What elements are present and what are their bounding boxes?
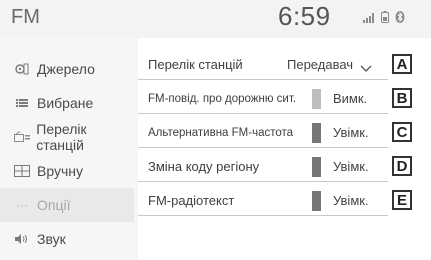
options-dots-icon: ···: [16, 198, 28, 212]
sidebar-item-label: Вручну: [37, 163, 83, 179]
sidebar: Джерело Вибране Перелік станцій Вручну ·…: [0, 38, 138, 260]
chevron-down-icon[interactable]: [360, 60, 372, 78]
signal-bars-icon: [363, 13, 375, 23]
toggle-state: Вимк.: [333, 91, 368, 106]
callout-label: B: [392, 88, 412, 108]
option-label: Зміна коду регіону: [148, 159, 260, 174]
sidebar-item-label: Опції: [37, 197, 71, 213]
option-row-station-list[interactable]: Перелік станцій Передавач: [138, 50, 388, 80]
sidebar-item-label: Перелік станцій: [36, 121, 87, 153]
phone-battery-icon: [381, 11, 389, 23]
toggle-state: Увімк.: [333, 125, 369, 140]
header-bar: FM 6:59: [0, 0, 431, 38]
option-label: Перелік станцій: [148, 57, 243, 72]
source-icon: [13, 63, 31, 75]
bluetooth-icon: [395, 11, 405, 23]
option-row-fm-radiotext[interactable]: FM-радіотекст Увімк.: [138, 186, 388, 216]
speaker-icon: [13, 234, 31, 244]
station-list-icon: [13, 131, 30, 143]
callout-label: C: [392, 122, 412, 142]
callout-label: D: [392, 156, 412, 176]
manual-tune-icon: [13, 165, 31, 177]
sidebar-item-manual[interactable]: Вручну: [0, 154, 134, 188]
sidebar-item-options[interactable]: ··· Опції: [0, 188, 134, 222]
option-row-fm-traffic[interactable]: FM-повід. про дорожню сит. Вимк.: [138, 84, 388, 114]
options-panel: Перелік станцій Передавач FM-повід. про …: [138, 38, 388, 260]
fm-options-screen: FM 6:59 Джерело Вибране Перелік станцій …: [0, 0, 431, 260]
toggle-indicator-off[interactable]: [312, 89, 321, 109]
option-row-alt-frequency[interactable]: Альтернативна FM-частота Увімк.: [138, 118, 388, 148]
option-label: FM-повід. про дорожню сит.: [148, 92, 297, 105]
toggle-state: Увімк.: [333, 193, 369, 208]
sidebar-item-label: Джерело: [37, 61, 95, 77]
toggle-state: Увімк.: [333, 159, 369, 174]
favorites-icon: [13, 99, 31, 107]
sidebar-item-favorites[interactable]: Вибране: [0, 86, 134, 120]
clock: 6:59: [278, 1, 331, 31]
toggle-indicator-on[interactable]: [312, 123, 321, 143]
status-icons: [363, 11, 405, 23]
callout-label: A: [392, 54, 412, 74]
sidebar-item-sound[interactable]: Звук: [0, 222, 134, 256]
option-row-region-code[interactable]: Зміна коду регіону Увімк.: [138, 152, 388, 182]
sidebar-item-source[interactable]: Джерело: [0, 52, 134, 86]
toggle-indicator-on[interactable]: [312, 157, 321, 177]
sidebar-item-label: Вибране: [37, 95, 94, 111]
sidebar-item-station-list[interactable]: Перелік станцій: [0, 120, 134, 154]
sidebar-item-label: Звук: [37, 231, 66, 247]
option-label: FM-радіотекст: [148, 193, 235, 208]
option-label: Альтернативна FM-частота: [148, 126, 294, 139]
callout-label: E: [392, 190, 412, 210]
station-list-dropdown-value[interactable]: Передавач: [287, 57, 353, 72]
toggle-indicator-on[interactable]: [312, 191, 321, 211]
screen-title: FM: [11, 6, 40, 28]
